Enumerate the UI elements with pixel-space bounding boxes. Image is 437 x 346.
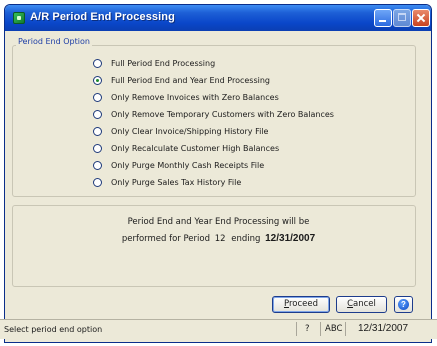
option-label: Only Recalculate Customer High Balances (111, 143, 280, 153)
title-bar[interactable]: A/R Period End Processing (5, 5, 431, 31)
proceed-label: roceed (288, 299, 319, 309)
app-icon (13, 12, 25, 24)
window-title: A/R Period End Processing (30, 11, 175, 23)
help-button[interactable]: ? (394, 296, 413, 313)
radio-button[interactable] (93, 143, 102, 153)
info-line-2: performed for Period 12 ending 12/31/200… (0, 233, 437, 244)
radio-button[interactable] (93, 177, 102, 187)
minimize-button[interactable] (374, 9, 392, 27)
proceed-button[interactable]: Proceed (272, 296, 330, 313)
maximize-button (393, 9, 411, 27)
option-label: Only Purge Sales Tax History File (111, 177, 242, 187)
status-company-code: ABC (325, 324, 343, 334)
radio-button[interactable] (93, 58, 102, 68)
radio-button-selected[interactable] (93, 75, 102, 85)
option-label: Only Purge Monthly Cash Receipts File (111, 160, 265, 170)
info-period: 12 (214, 234, 226, 244)
close-button[interactable] (412, 9, 430, 27)
status-divider (296, 322, 297, 336)
status-key-indicator: ? (305, 324, 310, 334)
status-message: Select period end option (4, 325, 103, 334)
option-recalculate-high-balances[interactable]: Only Recalculate Customer High Balances (93, 142, 279, 154)
status-divider (320, 322, 321, 336)
option-label: Full Period End and Year End Processing (111, 75, 270, 85)
radio-button[interactable] (93, 92, 102, 102)
radio-button[interactable] (93, 126, 102, 136)
info-prefix: performed for Period (121, 234, 210, 244)
help-icon: ? (398, 299, 409, 310)
group-label: Period End Option (16, 37, 92, 46)
option-full-period-end[interactable]: Full Period End Processing (93, 57, 215, 69)
option-remove-temp-customers[interactable]: Only Remove Temporary Customers with Zer… (93, 108, 334, 120)
option-purge-cash-receipts[interactable]: Only Purge Monthly Cash Receipts File (93, 159, 264, 171)
option-label: Only Clear Invoice/Shipping History File (111, 126, 269, 136)
status-date: 12/31/2007 (358, 323, 409, 334)
option-clear-shipping-history[interactable]: Only Clear Invoice/Shipping History File (93, 125, 268, 137)
option-label: Full Period End Processing (111, 58, 216, 68)
info-line-1: Period End and Year End Processing will … (127, 217, 310, 227)
cancel-button[interactable]: Cancel (336, 296, 387, 313)
option-full-period-and-year-end[interactable]: Full Period End and Year End Processing (93, 74, 270, 86)
option-remove-zero-invoices[interactable]: Only Remove Invoices with Zero Balances (93, 91, 279, 103)
radio-button[interactable] (93, 160, 102, 170)
status-divider (345, 322, 346, 336)
cancel-label: ancel (353, 299, 376, 309)
info-ending-label: ending (231, 234, 261, 244)
option-label: Only Remove Invoices with Zero Balances (111, 92, 279, 102)
option-label: Only Remove Temporary Customers with Zer… (111, 109, 334, 119)
status-bar: Select period end option ? ABC 12/31/200… (0, 319, 437, 339)
option-purge-sales-tax-history[interactable]: Only Purge Sales Tax History File (93, 176, 241, 188)
radio-button[interactable] (93, 109, 102, 119)
info-date: 12/31/2007 (265, 233, 316, 244)
